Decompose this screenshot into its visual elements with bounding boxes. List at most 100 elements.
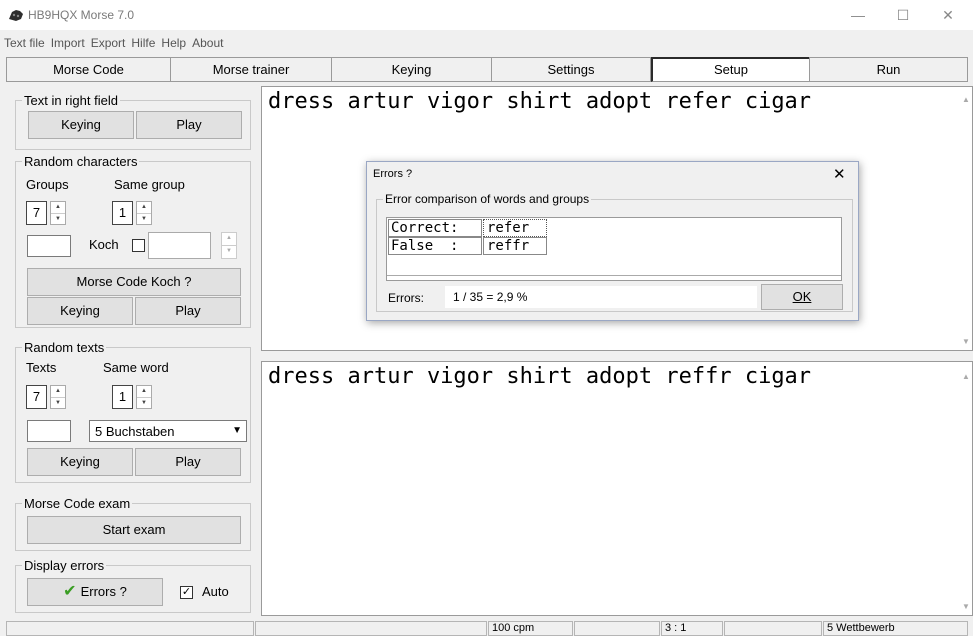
- mode-status: 5 Wettbewerb: [823, 621, 968, 636]
- menu-export[interactable]: Export: [88, 34, 129, 52]
- play-button[interactable]: Play: [136, 111, 242, 139]
- text-count-field[interactable]: [27, 420, 71, 442]
- spin-up-icon[interactable]: ▲: [51, 202, 65, 213]
- texts-spinner[interactable]: ▲ ▼: [50, 385, 66, 409]
- spin-down-icon[interactable]: ▼: [51, 213, 65, 224]
- auto-checkbox[interactable]: ✓: [180, 586, 193, 599]
- same-word-spinner[interactable]: ▲ ▼: [136, 385, 152, 409]
- keying-button[interactable]: Keying: [27, 448, 133, 476]
- checkmark-icon: ✔: [63, 583, 77, 600]
- spin-up-icon[interactable]: ▲: [137, 202, 151, 213]
- false-value: reffr: [483, 237, 547, 255]
- tab-run[interactable]: Run: [809, 57, 968, 82]
- tab-morse-trainer[interactable]: Morse trainer: [170, 57, 332, 82]
- morse-exam-group: Morse Code exam Start exam: [15, 496, 251, 551]
- close-button[interactable]: ✕: [925, 4, 971, 28]
- play-button[interactable]: Play: [135, 297, 241, 325]
- false-label: False :: [388, 237, 482, 255]
- scroll-up-icon[interactable]: ▲: [962, 95, 970, 104]
- groups-spinner[interactable]: ▲ ▼: [50, 201, 66, 225]
- tab-settings[interactable]: Settings: [491, 57, 651, 82]
- koch-level-field[interactable]: [148, 232, 211, 259]
- same-group-label: Same group: [114, 177, 185, 192]
- tab-setup[interactable]: Setup: [651, 57, 810, 82]
- errors-value-field: 1 / 35 = 2,9 %: [445, 286, 757, 308]
- menu-import[interactable]: Import: [48, 34, 88, 52]
- groups-value[interactable]: 7: [26, 201, 47, 225]
- spin-down-icon[interactable]: ▼: [137, 213, 151, 224]
- texts-label: Texts: [26, 360, 57, 375]
- koch-label: Koch: [89, 237, 119, 252]
- koch-level-spinner[interactable]: ▲ ▼: [221, 232, 237, 259]
- morse-code-koch-button[interactable]: Morse Code Koch ?: [27, 268, 241, 296]
- dialog-close-button[interactable]: ✕: [833, 165, 846, 183]
- comparison-list: Correct: refer False : reffr: [386, 217, 842, 281]
- scroll-down-icon[interactable]: ▼: [962, 602, 970, 611]
- menu-help[interactable]: Help: [158, 34, 189, 52]
- same-group-spinner[interactable]: ▲ ▼: [136, 201, 152, 225]
- title-bar: HB9HQX Morse 7.0 — ☐ ✕: [0, 0, 973, 30]
- status-cell-2: [255, 621, 487, 636]
- koch-count-field[interactable]: [27, 235, 71, 257]
- error-comparison-group: Error comparison of words and groups Cor…: [376, 192, 853, 312]
- errors-dialog: Errors ? ✕ Error comparison of words and…: [366, 161, 859, 321]
- play-button[interactable]: Play: [135, 448, 241, 476]
- koch-checkbox[interactable]: [132, 239, 145, 252]
- errors-button-label: Errors ?: [80, 584, 127, 599]
- app-icon: [9, 10, 23, 21]
- text-in-right-field-group: Text in right field Keying Play: [15, 93, 251, 150]
- status-cell-4: [574, 621, 660, 636]
- group-title: Error comparison of words and groups: [383, 192, 592, 207]
- scroll-up-icon[interactable]: ▲: [962, 372, 970, 381]
- menu-bar: Text file Import Export Hilfe Help About: [0, 34, 226, 52]
- spin-down-icon[interactable]: ▼: [137, 397, 151, 408]
- tab-keying[interactable]: Keying: [331, 57, 492, 82]
- maximize-button[interactable]: ☐: [880, 4, 926, 28]
- tab-bar: Morse Code Morse trainer Keying Settings…: [6, 57, 968, 82]
- status-cell-6: [724, 621, 822, 636]
- menu-about[interactable]: About: [189, 34, 226, 52]
- status-cell-1: [6, 621, 254, 636]
- group-title: Random characters: [22, 154, 140, 169]
- group-title: Morse Code exam: [22, 496, 133, 511]
- groups-label: Groups: [26, 177, 69, 192]
- spin-up-icon[interactable]: ▲: [137, 386, 151, 397]
- same-word-value[interactable]: 1: [112, 385, 133, 409]
- scroll-down-icon[interactable]: ▼: [962, 337, 970, 346]
- group-title: Random texts: [22, 340, 107, 355]
- tab-morse-code[interactable]: Morse Code: [6, 57, 171, 82]
- input-text: dress artur vigor shirt adopt reffr ciga…: [268, 364, 812, 389]
- minimize-button[interactable]: —: [835, 4, 881, 28]
- same-word-label: Same word: [103, 360, 169, 375]
- menu-hilfe[interactable]: Hilfe: [128, 34, 158, 52]
- vertical-scrollbar[interactable]: ▲ ▼: [960, 362, 972, 615]
- spin-up-icon[interactable]: ▲: [222, 233, 236, 245]
- dropdown-value: 5 Buchstaben: [95, 424, 175, 439]
- start-exam-button[interactable]: Start exam: [27, 516, 241, 544]
- menu-text-file[interactable]: Text file: [0, 34, 48, 52]
- correct-value: refer: [483, 219, 547, 237]
- auto-label: Auto: [202, 584, 229, 599]
- group-title: Text in right field: [22, 93, 120, 108]
- spin-down-icon[interactable]: ▼: [51, 397, 65, 408]
- random-characters-group: Random characters Groups Same group 7 ▲ ▼…: [15, 154, 251, 328]
- keying-button[interactable]: Keying: [28, 111, 134, 139]
- ok-button[interactable]: OK: [761, 284, 843, 310]
- same-group-value[interactable]: 1: [112, 201, 133, 225]
- vertical-scrollbar[interactable]: ▲ ▼: [960, 87, 972, 350]
- errors-button[interactable]: ✔ Errors ?: [27, 578, 163, 606]
- correct-label: Correct:: [388, 219, 482, 237]
- spin-up-icon[interactable]: ▲: [51, 386, 65, 397]
- chevron-down-icon[interactable]: ▼: [232, 425, 242, 436]
- random-texts-group: Random texts Texts Same word 7 ▲ ▼ 1 ▲ ▼ 5…: [15, 340, 251, 483]
- reference-text: dress artur vigor shirt adopt refer ciga…: [268, 89, 812, 114]
- speed-status: 100 cpm: [488, 621, 573, 636]
- keying-button[interactable]: Keying: [27, 297, 133, 325]
- input-text-pane[interactable]: dress artur vigor shirt adopt reffr ciga…: [261, 361, 973, 616]
- texts-value[interactable]: 7: [26, 385, 47, 409]
- spin-down-icon[interactable]: ▼: [222, 245, 236, 256]
- text-type-dropdown[interactable]: 5 Buchstaben ▼: [89, 420, 247, 442]
- divider: [387, 275, 841, 276]
- status-bar: 100 cpm 3 : 1 5 Wettbewerb: [6, 621, 968, 636]
- dialog-title: Errors ?: [373, 168, 413, 180]
